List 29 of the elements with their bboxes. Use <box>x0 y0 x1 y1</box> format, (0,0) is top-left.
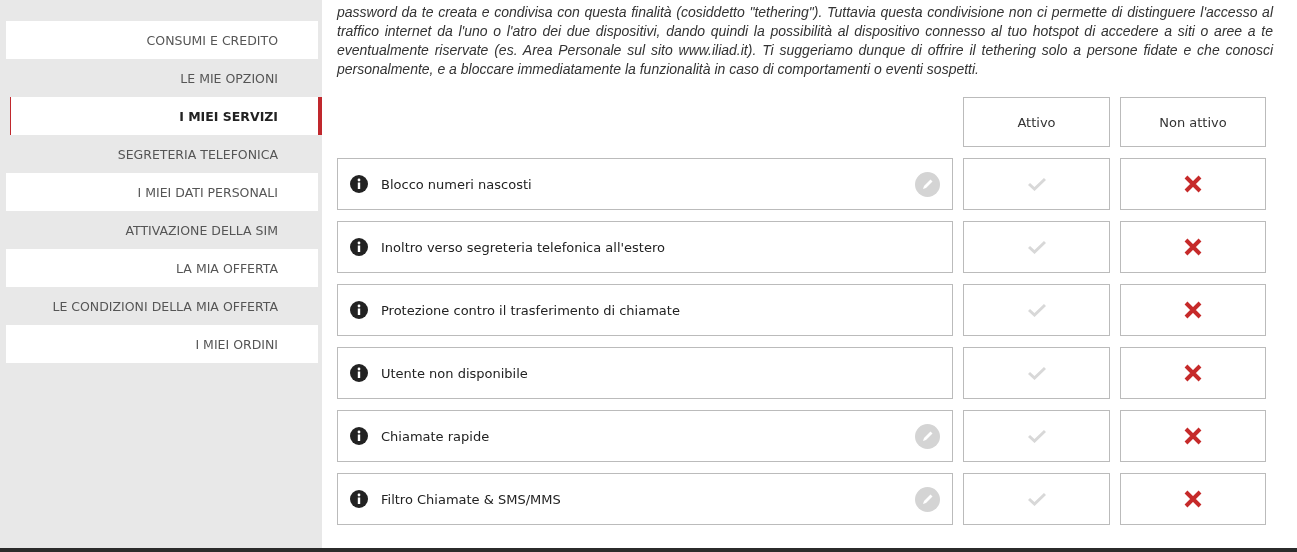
active-option[interactable] <box>963 410 1110 462</box>
service-name: Protezione contro il trasferimento di chiamate <box>381 302 681 318</box>
service-name: Filtro Chiamate & SMS/MMS <box>381 491 562 507</box>
active-option[interactable] <box>963 347 1110 399</box>
sidebar-item[interactable]: LA MIA OFFERTA <box>6 249 318 287</box>
edit-icon[interactable] <box>915 423 940 449</box>
service-name: Blocco numeri nascosti <box>381 176 533 192</box>
sidebar-item[interactable]: I MIEI ORDINI <box>6 325 318 363</box>
sidebar-item[interactable]: I MIEI DATI PERSONALI <box>6 173 318 211</box>
sidebar-item[interactable]: I MIEI SERVIZI <box>10 97 322 135</box>
active-option[interactable] <box>963 158 1110 210</box>
column-header: Attivo <box>963 97 1110 147</box>
service-name: Chiamate rapide <box>381 428 491 444</box>
sidebar-item[interactable]: CONSUMI E CREDITO <box>6 21 318 59</box>
tethering-notice: password da te creata e condivisa con questa finalità (cosiddetto "tethering"). Tuttavia questa condivisione non ci permette di distinguere l'accesso al traffico internet da l'uno o l'atro dei due dispositivi, dando quindi la possibilità al dispositivo connesso al tuo hotspot di accedere a siti o aree a te eventualmente riservate (es. Area Personale sul sito www.iliad.it). Ti suggeriamo dunque di offrire il tethering solo a persone fidate e che conosci personalmente, e a bloccare immediatamente la funzionalità in caso di comportamenti o eventi sospetti. <box>337 3 1273 79</box>
info-icon[interactable] <box>350 364 368 382</box>
service-name: Utente non disponibile <box>381 365 529 381</box>
active-option[interactable] <box>963 284 1110 336</box>
active-option[interactable] <box>963 473 1110 525</box>
column-header: Non attivo <box>1120 97 1266 147</box>
info-icon[interactable] <box>350 238 368 256</box>
info-icon[interactable] <box>350 175 368 193</box>
edit-icon[interactable] <box>915 171 940 197</box>
active-option[interactable] <box>963 221 1110 273</box>
info-icon[interactable] <box>350 490 368 508</box>
service-name: Inoltro verso segreteria telefonica all'estero <box>381 239 666 255</box>
info-icon[interactable] <box>350 427 368 445</box>
info-icon[interactable] <box>350 301 368 319</box>
edit-icon[interactable] <box>915 486 940 512</box>
